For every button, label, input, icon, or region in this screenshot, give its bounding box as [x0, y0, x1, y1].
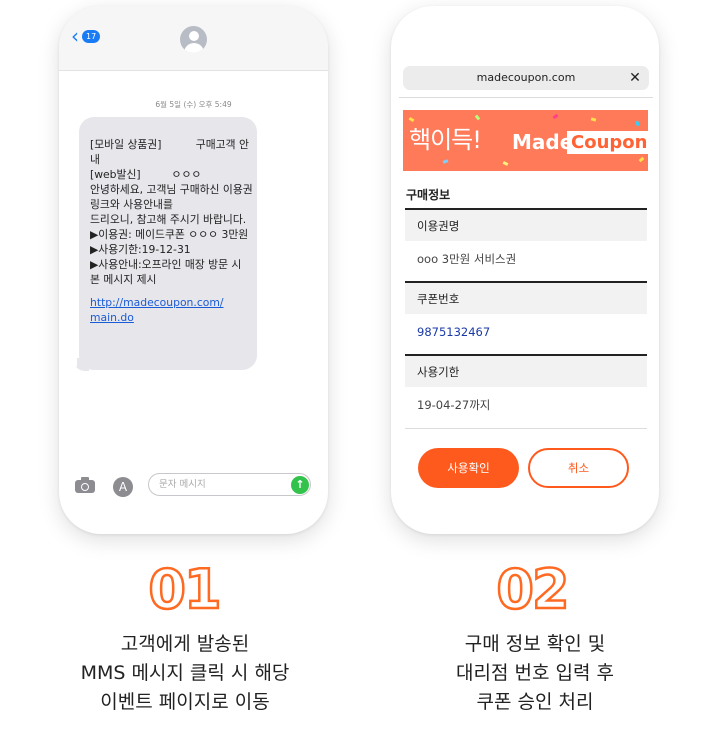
- cancel-button[interactable]: 취소: [528, 448, 629, 488]
- section-title: 구매정보: [406, 188, 451, 202]
- message-line: ▶사용안내:오프라인 매장 방문 시: [90, 258, 242, 271]
- message-line: [web발신] ㅇㅇㅇ: [90, 168, 202, 181]
- sms-phone-mockup: ‹ 17 6월 5일 (수) 오후 5:49 [모바일 상품권] 구매고객 안 …: [59, 6, 328, 534]
- address-bar[interactable]: madecoupon.com ✕: [403, 66, 649, 90]
- field-value: 19-04-27까지: [417, 398, 491, 412]
- brand-logo-made: Made: [512, 130, 574, 154]
- url-text: madecoupon.com: [476, 71, 576, 84]
- message-bubble: [모바일 상품권] 구매고객 안 내 [web발신] ㅇㅇㅇ 안녕하세요, 고객…: [79, 117, 257, 370]
- back-unread-count[interactable]: 17: [82, 30, 101, 43]
- step-1-caption: 고객에게 발송된 MMS 메시지 클릭 시 해당 이벤트 페이지로 이동: [40, 630, 330, 717]
- close-icon[interactable]: ✕: [625, 66, 645, 90]
- caption-line: 고객에게 발송된: [120, 633, 250, 655]
- message-line: ▶이용권: 메이드쿠폰 ㅇㅇㅇ 3만원: [90, 228, 249, 241]
- sms-header: ‹ 17: [59, 6, 328, 71]
- message-timestamp: 6월 5일 (수) 오후 5:49: [155, 100, 232, 109]
- message-line: [모바일 상품권] 구매고객 안: [90, 138, 249, 151]
- caption-line: 대리점 번호 입력 후: [456, 662, 614, 684]
- message-line: 링크와 사용안내를: [90, 198, 173, 211]
- field-label: 쿠폰번호: [405, 281, 647, 314]
- message-line: ▶사용기한:19-12-31: [90, 243, 191, 256]
- step-2-caption: 구매 정보 확인 및 대리점 번호 입력 후 쿠폰 승인 처리: [390, 630, 680, 717]
- message-line: 내: [90, 153, 100, 166]
- confirm-use-button[interactable]: 사용확인: [418, 448, 519, 488]
- field-value: ooo 3만원 서비스권: [417, 252, 517, 266]
- step-number-1: 01: [147, 558, 223, 621]
- field-ticket-name: 이용권명 ooo 3만원 서비스권: [405, 208, 647, 277]
- divider: [405, 428, 647, 429]
- banner-headline: 핵이득!: [409, 126, 482, 154]
- field-expiry: 사용기한 19-04-27까지: [405, 354, 647, 423]
- step-number-2: 02: [495, 558, 571, 621]
- event-link-cont[interactable]: main.do: [90, 310, 247, 325]
- caption-line: 쿠폰 승인 처리: [476, 691, 594, 713]
- caption-line: 이벤트 페이지로 이동: [100, 691, 270, 713]
- message-line: 안녕하세요, 고객님 구매하신 이용권: [90, 183, 253, 196]
- message-line: 드리오니, 참고해 주시기 바랍니다.: [90, 213, 247, 226]
- caption-line: 구매 정보 확인 및: [464, 633, 606, 655]
- divider: [399, 97, 653, 98]
- send-icon[interactable]: ↑: [291, 476, 309, 494]
- event-link[interactable]: http://madecoupon.com/: [90, 295, 247, 310]
- camera-icon[interactable]: [75, 477, 95, 493]
- message-compose-bar: A 문자 메시지 ↑: [59, 468, 328, 500]
- field-value: 9875132467: [417, 325, 491, 339]
- message-line: 본 메시지 제시: [90, 273, 157, 286]
- contact-avatar-icon[interactable]: [180, 26, 207, 53]
- message-input[interactable]: 문자 메시지: [148, 473, 311, 496]
- coupon-phone-mockup: madecoupon.com ✕ 핵이득! Made Coupon 구매정보 이…: [391, 6, 659, 534]
- caption-line: MMS 메시지 클릭 시 해당: [80, 662, 290, 684]
- field-label: 사용기한: [405, 354, 647, 387]
- app-store-icon[interactable]: A: [113, 477, 133, 497]
- event-banner: 핵이득! Made Coupon: [403, 110, 648, 171]
- field-label: 이용권명: [405, 208, 647, 241]
- brand-logo-coupon: Coupon: [567, 131, 648, 154]
- field-coupon-number: 쿠폰번호 9875132467: [405, 281, 647, 350]
- back-chevron-icon[interactable]: ‹: [71, 26, 79, 46]
